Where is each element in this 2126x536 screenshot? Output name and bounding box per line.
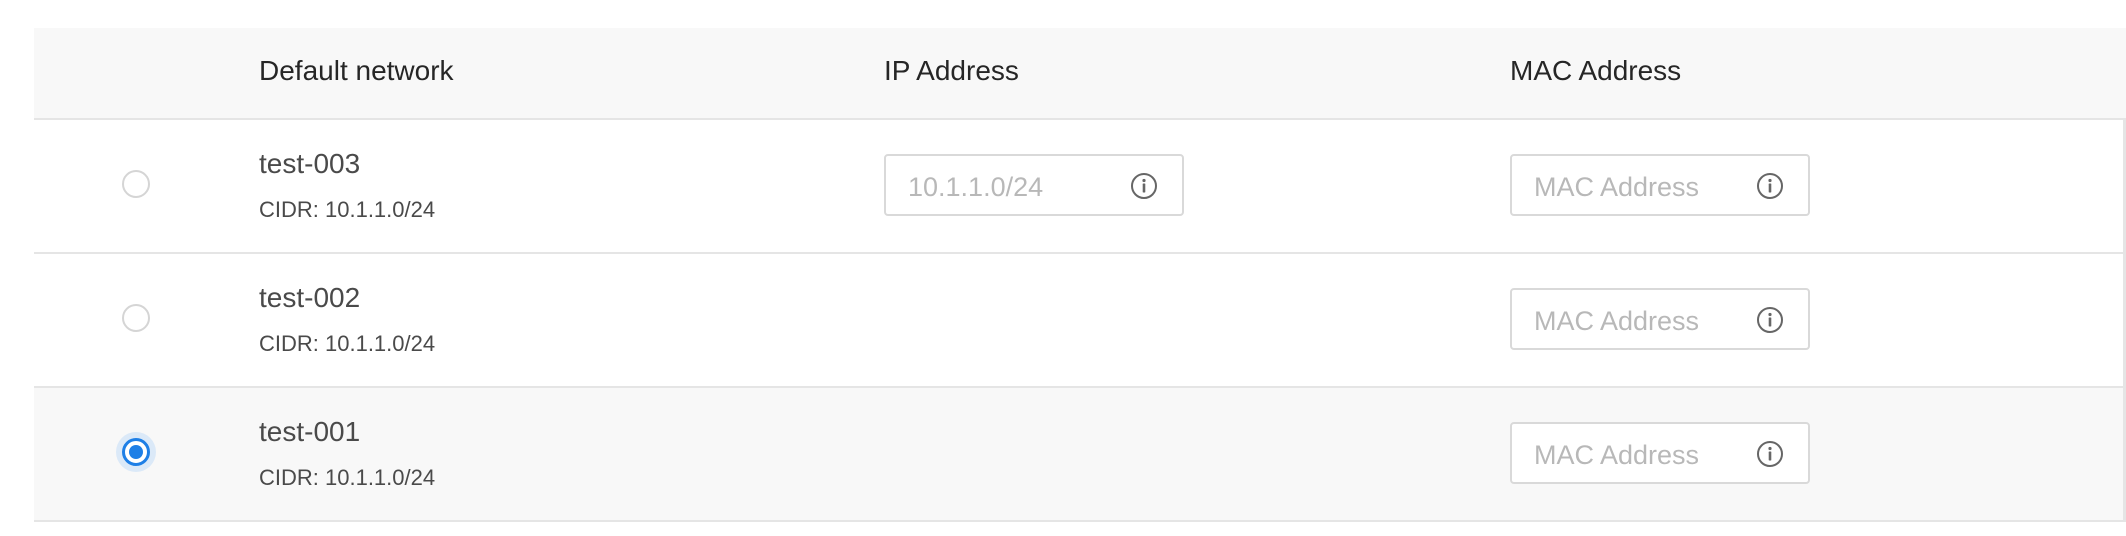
- info-icon[interactable]: [1756, 172, 1784, 200]
- mac-address-input[interactable]: MAC Address: [1510, 422, 1810, 484]
- network-name: test-003: [259, 148, 361, 179]
- info-icon[interactable]: [1756, 440, 1784, 468]
- network-name: test-002: [259, 282, 361, 313]
- ip-address-placeholder: 10.1.1.0/24: [908, 172, 1044, 202]
- table-row[interactable]: test-002 CIDR: 10.1.1.0/24 MAC Address: [34, 254, 2123, 388]
- network-cidr: CIDR: 10.1.1.0/24: [259, 331, 436, 356]
- table-header: Default network IP Address MAC Address: [34, 28, 2126, 120]
- network-name: test-001: [259, 416, 361, 447]
- mac-address-input[interactable]: MAC Address: [1510, 288, 1810, 350]
- default-network-radio[interactable]: [122, 170, 150, 198]
- table-body: test-003 CIDR: 10.1.1.0/24 10.1.1.0/24 M…: [34, 120, 2126, 522]
- network-cidr: CIDR: 10.1.1.0/24: [259, 465, 436, 490]
- info-icon[interactable]: [1130, 172, 1158, 200]
- column-header-mac-address: MAC Address: [1510, 55, 1682, 86]
- mac-address-placeholder: MAC Address: [1534, 172, 1700, 202]
- mac-address-placeholder: MAC Address: [1534, 306, 1700, 336]
- table-row-selected[interactable]: test-001 CIDR: 10.1.1.0/24 MAC Address: [34, 388, 2123, 522]
- mac-address-input[interactable]: MAC Address: [1510, 154, 1810, 216]
- default-network-radio-checked[interactable]: [122, 438, 150, 466]
- default-network-radio[interactable]: [122, 304, 150, 332]
- ip-address-input[interactable]: 10.1.1.0/24: [884, 154, 1184, 216]
- column-header-default-network: Default network: [259, 55, 454, 86]
- network-cidr: CIDR: 10.1.1.0/24: [259, 197, 436, 222]
- network-table: Default network IP Address MAC Address t…: [34, 28, 2126, 522]
- mac-address-placeholder: MAC Address: [1534, 440, 1700, 470]
- column-header-ip-address: IP Address: [884, 55, 1019, 86]
- info-icon[interactable]: [1756, 306, 1784, 334]
- table-row[interactable]: test-003 CIDR: 10.1.1.0/24 10.1.1.0/24 M…: [34, 120, 2123, 254]
